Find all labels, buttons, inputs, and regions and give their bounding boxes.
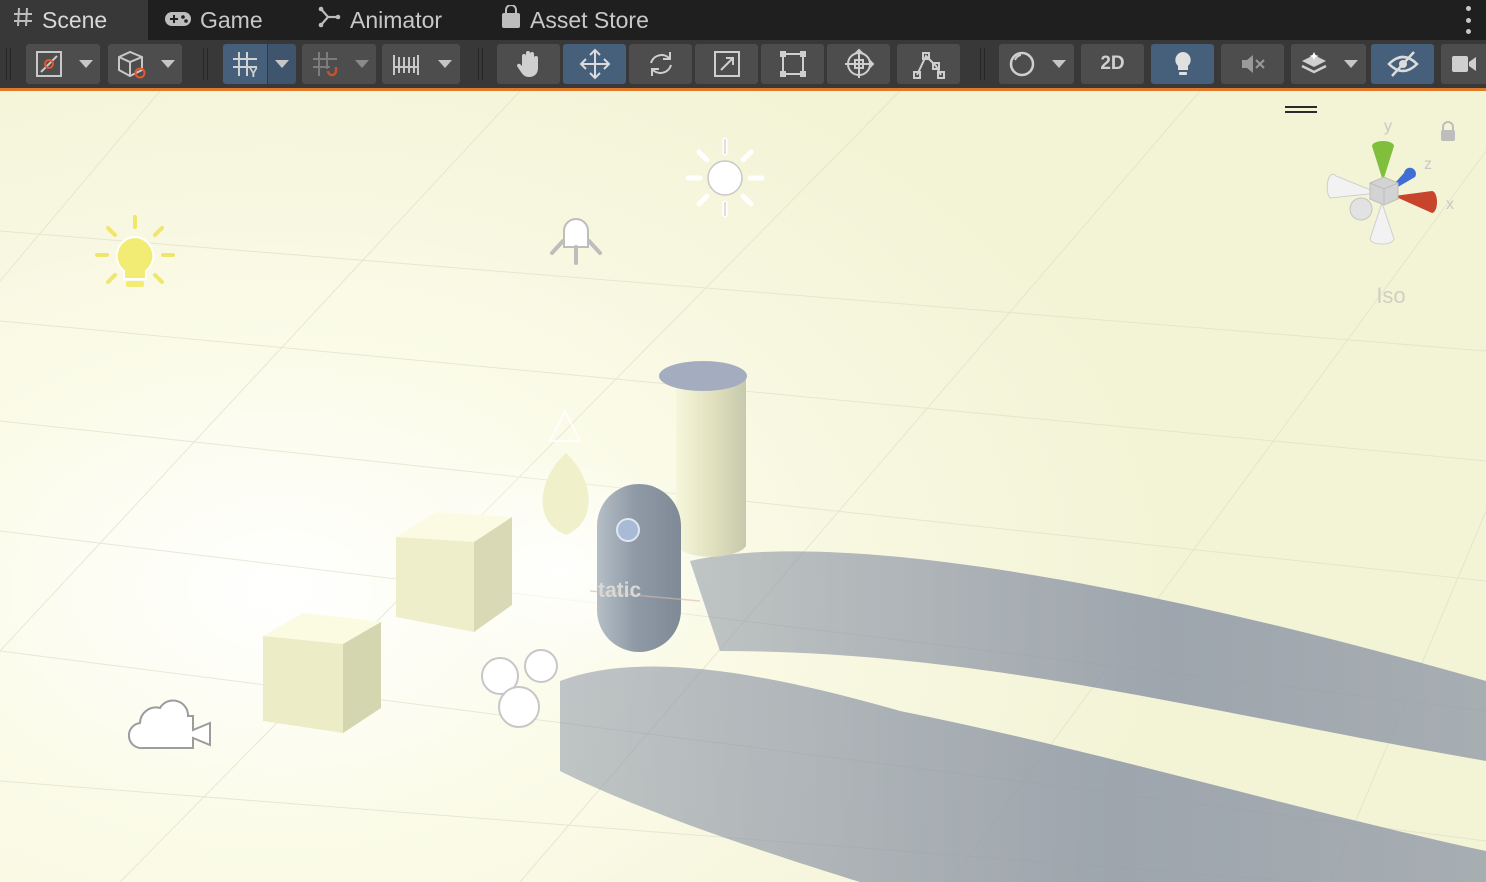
chevron-down-icon xyxy=(78,60,93,68)
cube-orientation-icon xyxy=(118,50,146,79)
tab-scene[interactable]: Scene xyxy=(0,0,148,40)
lock-icon[interactable] xyxy=(1441,121,1455,141)
animator-icon xyxy=(318,6,342,34)
gamepad-icon xyxy=(164,7,192,34)
move-tool-button[interactable] xyxy=(563,44,626,84)
grid-axis-dropdown[interactable] xyxy=(268,44,296,84)
tab-game[interactable]: Game xyxy=(164,0,263,40)
custom-tool-button[interactable] xyxy=(897,44,960,84)
grid-toggle-button[interactable]: Y xyxy=(223,44,267,84)
toolbar-separator xyxy=(203,48,208,80)
shaded-sphere-icon xyxy=(1009,51,1034,77)
2d-toggle-button[interactable]: 2D xyxy=(1081,44,1144,84)
chevron-down-icon xyxy=(275,60,289,68)
grid-hash-icon xyxy=(12,6,34,34)
2d-toggle-label: 2D xyxy=(1100,53,1125,74)
tab-asset-store[interactable]: Asset Store xyxy=(500,0,649,40)
orientation-gizmo[interactable]: y z x xyxy=(1285,106,1455,245)
tab-label: Scene xyxy=(42,6,108,33)
gizmo-neg-z-sphere xyxy=(1349,197,1373,221)
hand-tool-button[interactable] xyxy=(497,44,560,84)
directional-light-icon[interactable] xyxy=(685,137,765,218)
window-menu-kebab-button[interactable] xyxy=(1464,6,1472,34)
gizmo-x-label: x xyxy=(1446,196,1454,213)
window-tab-bar: Scene Game Animator Asset Store xyxy=(0,0,1486,40)
increment-snap-button[interactable] xyxy=(382,44,460,84)
rotate-icon xyxy=(649,52,672,76)
cube-back-object[interactable] xyxy=(396,512,512,632)
move-arrows-icon xyxy=(579,48,610,80)
grid-icon: Y xyxy=(233,52,258,79)
gizmo-x-axis-cone xyxy=(1394,191,1437,213)
snap-toggle-button[interactable] xyxy=(302,44,376,84)
lighting-toggle-button[interactable] xyxy=(1151,44,1214,84)
spot-light-icon[interactable] xyxy=(550,218,602,265)
unity-scene-window: Scene Game Animator Asset Store Y 2D y z… xyxy=(0,0,1486,882)
effects-button[interactable] xyxy=(1291,44,1366,84)
object-static-label: tatic xyxy=(598,579,642,602)
svg-text:Y: Y xyxy=(249,65,258,79)
gizmo-y-axis-cone xyxy=(1372,141,1394,181)
video-camera-icon xyxy=(1451,56,1476,72)
increment-ruler-icon xyxy=(392,55,419,75)
cube-front-object[interactable] xyxy=(263,613,381,733)
scale-icon xyxy=(713,51,740,77)
scene-canvas: y z x xyxy=(0,91,1486,882)
draw-mode-button[interactable] xyxy=(26,44,100,84)
point-light-icon[interactable] xyxy=(95,215,175,287)
transform-all-icon xyxy=(844,48,874,78)
grid-snap-icon xyxy=(312,52,337,77)
toolbar-separator xyxy=(980,48,985,80)
capsule-object[interactable] xyxy=(597,484,681,652)
chevron-down-icon xyxy=(437,60,452,68)
eye-hidden-icon xyxy=(1386,51,1419,77)
toolbar-separator xyxy=(478,48,483,80)
scene-camera-button[interactable] xyxy=(108,44,182,84)
light-bulb-icon xyxy=(1174,52,1191,75)
audio-toggle-button[interactable] xyxy=(1221,44,1284,84)
tab-label: Asset Store xyxy=(530,6,649,33)
rotate-tool-button[interactable] xyxy=(629,44,692,84)
scale-tool-button[interactable] xyxy=(695,44,758,84)
projection-mode-label[interactable]: Iso xyxy=(1370,283,1412,309)
camera-gizmo-icon[interactable] xyxy=(127,699,211,750)
tab-label: Animator xyxy=(350,6,443,33)
shopping-bag-icon xyxy=(500,4,522,35)
rect-transform-icon xyxy=(779,51,806,77)
chevron-down-icon xyxy=(354,60,369,68)
gizmo-neg-y-cone xyxy=(1369,201,1395,245)
tab-animator[interactable]: Animator xyxy=(318,0,442,40)
scene-toolbar: Y 2D xyxy=(0,40,1486,91)
toolbar-separator xyxy=(6,48,11,80)
gizmo-y-label: y xyxy=(1384,118,1392,135)
custom-editor-tool-icon xyxy=(912,52,945,79)
chevron-down-icon xyxy=(1052,60,1067,68)
audio-muted-icon xyxy=(1241,55,1265,73)
gizmo-z-label: z xyxy=(1424,156,1432,173)
rect-tool-button[interactable] xyxy=(761,44,824,84)
camera-settings-button[interactable] xyxy=(1441,44,1486,84)
shading-mode-button[interactable] xyxy=(999,44,1074,84)
transform-tool-button[interactable] xyxy=(827,44,890,84)
draw-mode-icon xyxy=(35,51,62,77)
tab-label: Game xyxy=(200,6,263,33)
hand-icon xyxy=(516,51,538,77)
chevron-down-icon xyxy=(161,60,175,68)
scene-viewport[interactable]: y z x Iso tatic xyxy=(0,91,1486,882)
visibility-toggle-button[interactable] xyxy=(1371,44,1434,84)
effects-layers-icon xyxy=(1301,52,1327,74)
chevron-down-icon xyxy=(1344,60,1359,68)
